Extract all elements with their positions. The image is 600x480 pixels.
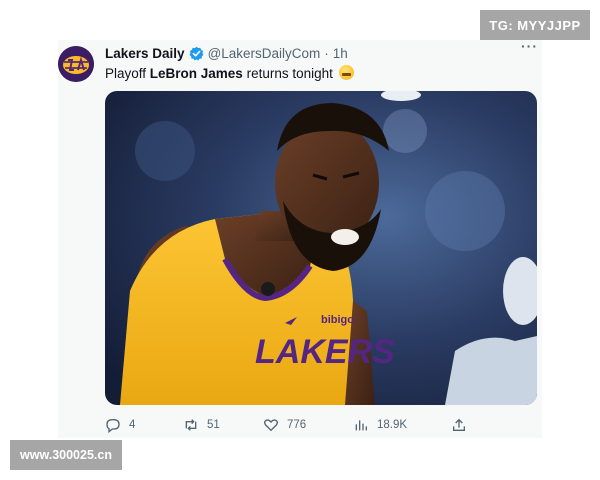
telegram-watermark: TG: MYYJJPP bbox=[480, 10, 590, 40]
avatar[interactable] bbox=[58, 46, 94, 82]
reply-button[interactable]: 4 bbox=[105, 417, 135, 433]
share-button[interactable] bbox=[451, 417, 467, 433]
separator-dot: · bbox=[324, 45, 329, 61]
author-name[interactable]: Lakers Daily bbox=[105, 46, 185, 61]
like-count: 776 bbox=[287, 419, 307, 431]
timestamp[interactable]: 1h bbox=[333, 46, 348, 61]
jersey-sponsor: bibigo bbox=[321, 314, 354, 326]
tweet-text-part: Playoff bbox=[105, 66, 150, 81]
tweet-text: Playoff LeBron James returns tonight bbox=[105, 65, 354, 81]
verified-badge-icon bbox=[189, 46, 204, 61]
grimace-emoji-icon bbox=[338, 65, 354, 80]
like-button[interactable]: 776 bbox=[263, 417, 306, 433]
reply-icon bbox=[106, 419, 120, 433]
more-options-icon[interactable]: ··· bbox=[521, 38, 538, 54]
tweet-text-bold: LeBron James bbox=[149, 66, 243, 81]
lakers-logo-icon bbox=[58, 46, 94, 82]
tweet-header: Lakers Daily @LakersDailyCom · 1h bbox=[105, 44, 538, 62]
tweet-text-part-end: returns tonight bbox=[242, 66, 333, 81]
repost-button[interactable]: 51 bbox=[183, 417, 220, 433]
repost-icon bbox=[185, 419, 197, 431]
repost-count: 51 bbox=[207, 419, 220, 431]
tweet-card[interactable]: Lakers Daily @LakersDailyCom · 1h ··· Pl… bbox=[58, 38, 542, 438]
reply-count: 4 bbox=[129, 419, 136, 431]
heart-icon bbox=[264, 419, 278, 432]
views-count: 18.9K bbox=[377, 419, 408, 431]
views-button[interactable]: 18.9K bbox=[353, 417, 407, 433]
author-handle[interactable]: @LakersDailyCom bbox=[208, 46, 321, 61]
jersey-text: LAKERS bbox=[255, 333, 395, 371]
tweet-media-image[interactable]: LAKERS bibigo bbox=[105, 91, 537, 405]
tweet-actions: 4 51 776 18.9K bbox=[105, 417, 537, 435]
views-chart-icon bbox=[355, 420, 367, 431]
player-photo: LAKERS bibigo bbox=[105, 91, 537, 405]
share-icon bbox=[453, 418, 465, 431]
url-watermark: www.300025.cn bbox=[10, 440, 122, 470]
